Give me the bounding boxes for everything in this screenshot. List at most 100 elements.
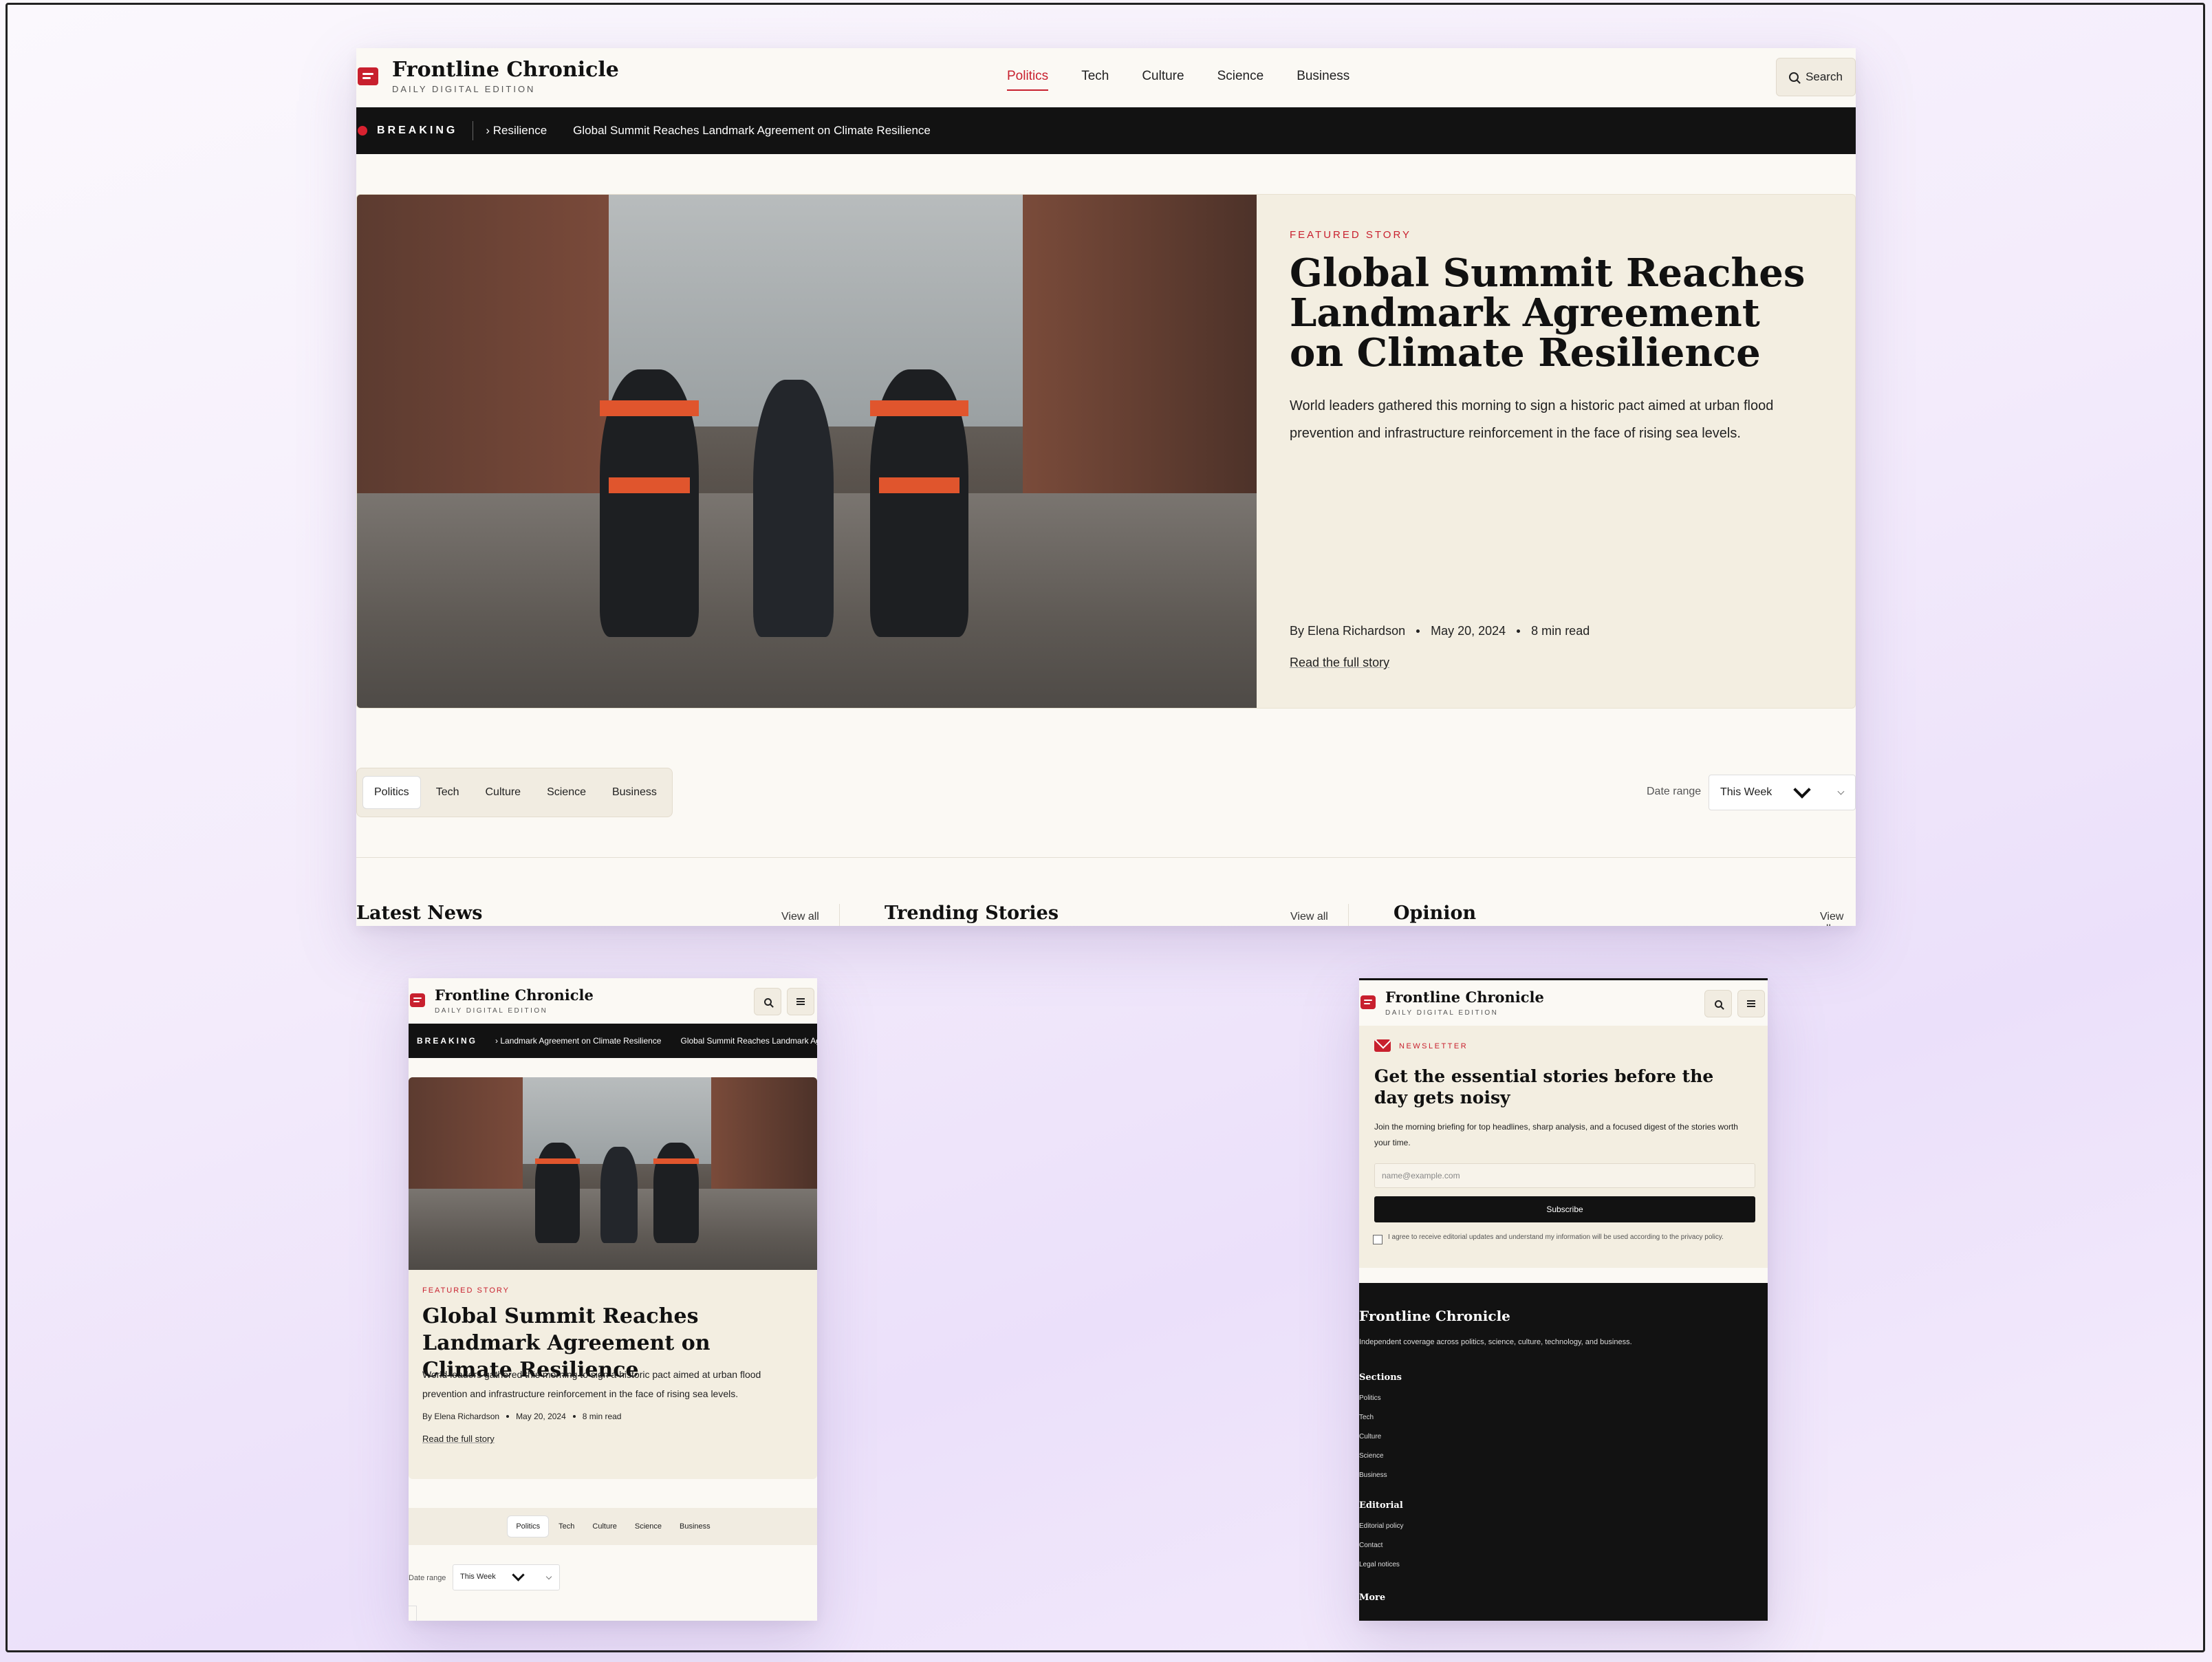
featured-kicker: FEATURED STORY: [1290, 229, 1412, 241]
footer-link-tech[interactable]: Tech: [1359, 1414, 1374, 1421]
featured-meta: By Elena Richardson May 20, 2024 8 min r…: [1290, 624, 1590, 638]
nav-item-science[interactable]: Science: [1217, 69, 1264, 91]
filter-science[interactable]: Science: [536, 777, 597, 808]
search-button[interactable]: Search: [1776, 58, 1856, 96]
breaking-label: BREAKING: [377, 125, 458, 136]
latest-news-view-all[interactable]: View all: [781, 911, 819, 923]
breaking-label: BREAKING: [417, 1036, 478, 1046]
featured-meta: By Elena Richardson May 20, 2024 8 min r…: [422, 1412, 621, 1421]
publish-date: May 20, 2024: [516, 1412, 566, 1421]
subscribe-button[interactable]: Subscribe: [1374, 1196, 1755, 1222]
logo-icon[interactable]: [358, 67, 378, 85]
footer-link-editorial-policy[interactable]: Editorial policy: [1359, 1522, 1403, 1530]
footer-link-business[interactable]: Business: [1359, 1471, 1387, 1479]
nav-item-politics[interactable]: Politics: [1007, 69, 1049, 91]
featured-headline[interactable]: Global Summit Reaches Landmark Agreement…: [1290, 253, 1826, 373]
featured-image[interactable]: [409, 1077, 817, 1270]
footer-link-science[interactable]: Science: [1359, 1452, 1384, 1460]
footer-link-culture[interactable]: Culture: [1359, 1433, 1381, 1440]
site-brand[interactable]: Frontline Chronicle: [1385, 989, 1544, 1006]
filter-politics[interactable]: Politics: [507, 1515, 550, 1537]
footer-brand: Frontline Chronicle: [1359, 1308, 1510, 1324]
nav-item-business[interactable]: Business: [1297, 69, 1349, 91]
read-full-story-link[interactable]: Read the full story: [422, 1434, 495, 1444]
filter-business[interactable]: Business: [671, 1516, 719, 1537]
breaking-item[interactable]: › Landmark Agreement on Climate Resilien…: [495, 1036, 661, 1046]
filter-tech[interactable]: Tech: [425, 777, 470, 808]
site-tagline: DAILY DIGITAL EDITION: [1385, 1009, 1499, 1017]
nav-item-tech[interactable]: Tech: [1081, 69, 1109, 91]
search-button[interactable]: [754, 988, 781, 1015]
filter-tech[interactable]: Tech: [550, 1516, 583, 1537]
newsletter-signup: NEWSLETTER Get the essential stories bef…: [1359, 1026, 1768, 1268]
publish-date: May 20, 2024: [1431, 624, 1506, 638]
mobile-preview-home: Frontline Chronicle DAILY DIGITAL EDITIO…: [409, 978, 817, 1621]
filter-science[interactable]: Science: [627, 1516, 670, 1537]
filter-culture[interactable]: Culture: [584, 1516, 625, 1537]
search-icon: [763, 997, 772, 1006]
byline: By Elena Richardson: [1290, 624, 1406, 638]
featured-kicker: FEATURED STORY: [422, 1286, 510, 1295]
featured-image[interactable]: [357, 195, 1257, 708]
menu-button[interactable]: [1737, 990, 1765, 1017]
date-range-value: This Week: [1720, 786, 1772, 798]
logo-icon[interactable]: [1360, 995, 1376, 1009]
mobile-header: Frontline Chronicle DAILY DIGITAL EDITIO…: [409, 978, 817, 1024]
mail-icon: [1374, 1039, 1391, 1052]
desktop-preview: Frontline Chronicle DAILY DIGITAL EDITIO…: [356, 48, 1856, 926]
site-tagline: DAILY DIGITAL EDITION: [435, 1007, 548, 1015]
filter-culture[interactable]: Culture: [474, 777, 532, 808]
read-time: 8 min read: [582, 1412, 622, 1421]
chevron-down-icon: [512, 1568, 525, 1582]
category-filter: Politics Tech Culture Science Business: [409, 1508, 817, 1545]
chevron-down-icon: [1837, 788, 1845, 795]
date-range-select[interactable]: This Week: [453, 1564, 560, 1590]
search-button[interactable]: [1704, 990, 1732, 1017]
featured-story: FEATURED STORY Global Summit Reaches Lan…: [356, 194, 1856, 709]
menu-icon: [1747, 1000, 1755, 1007]
date-range-value: This Week: [460, 1573, 496, 1581]
date-range-label: Date range: [409, 1574, 446, 1582]
search-icon: [1714, 1000, 1722, 1008]
opinion-view-all[interactable]: View all: [1820, 911, 1856, 926]
nav-item-culture[interactable]: Culture: [1142, 69, 1184, 91]
meta-separator: [1517, 629, 1521, 633]
newsletter-kicker: NEWSLETTER: [1399, 1042, 1468, 1050]
meta-separator: [1416, 629, 1420, 633]
search-label: Search: [1806, 70, 1843, 83]
logo-icon[interactable]: [410, 993, 425, 1007]
read-full-story-link[interactable]: Read the full story: [1290, 656, 1389, 670]
mobile-header: Frontline Chronicle DAILY DIGITAL EDITIO…: [1359, 980, 1768, 1026]
trending-title: Trending Stories: [885, 903, 1059, 924]
site-footer: Frontline Chronicle Independent coverage…: [1359, 1283, 1768, 1621]
email-field[interactable]: [1374, 1163, 1755, 1188]
footer-link-legal-notices[interactable]: Legal notices: [1359, 1561, 1400, 1568]
footer-link-contact[interactable]: Contact: [1359, 1542, 1382, 1549]
site-header: Frontline Chronicle DAILY DIGITAL EDITIO…: [356, 48, 1856, 107]
footer-description: Independent coverage across politics, sc…: [1359, 1338, 1632, 1346]
consent-row: I agree to receive editorial updates and…: [1373, 1233, 1753, 1244]
site-brand[interactable]: Frontline Chronicle: [392, 58, 619, 82]
date-range-label: Date range: [1647, 786, 1702, 797]
featured-dek: World leaders gathered this morning to s…: [422, 1369, 761, 1399]
latest-news-title: Latest News: [356, 903, 483, 924]
byline: By Elena Richardson: [422, 1412, 500, 1421]
menu-icon: [796, 998, 805, 1005]
column-divider: [839, 904, 840, 926]
filter-business[interactable]: Business: [601, 777, 668, 808]
opinion-title: Opinion: [1394, 903, 1477, 924]
menu-button[interactable]: [787, 988, 814, 1015]
newsletter-headline: Get the essential stories before the day…: [1374, 1066, 1714, 1108]
featured-dek: World leaders gathered this morning to s…: [1290, 398, 1774, 441]
trending-view-all[interactable]: View all: [1290, 911, 1328, 923]
date-range-select[interactable]: This Week: [1709, 775, 1856, 810]
breaking-item[interactable]: Global Summit Reaches Landmark Agreement…: [680, 1036, 817, 1046]
footer-link-politics[interactable]: Politics: [1359, 1394, 1381, 1402]
breaking-item[interactable]: › Resilience: [486, 124, 547, 138]
site-brand[interactable]: Frontline Chronicle: [435, 986, 594, 1004]
breaking-item[interactable]: Global Summit Reaches Landmark Agreement…: [573, 124, 931, 138]
search-icon: [1789, 72, 1799, 82]
filter-politics[interactable]: Politics: [362, 776, 421, 809]
chevron-down-icon: [1793, 781, 1811, 799]
consent-checkbox[interactable]: [1373, 1235, 1382, 1244]
